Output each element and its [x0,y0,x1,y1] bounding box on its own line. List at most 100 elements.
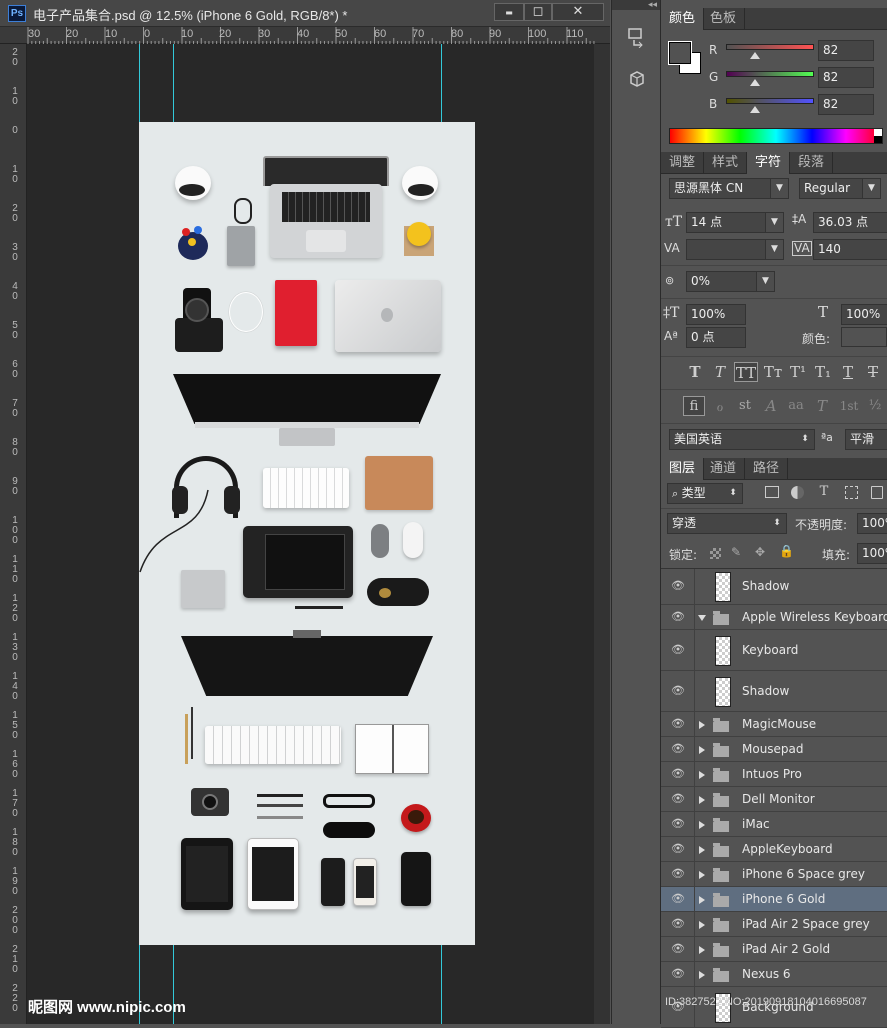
chevron-right-icon[interactable] [699,920,705,929]
channel-r-value[interactable]: 82 [818,40,874,61]
visibility-toggle[interactable]: 👁 [661,937,695,961]
visibility-toggle[interactable]: 👁 [661,737,695,761]
layer-row[interactable]: 👁 iPad Air 2 Space grey [661,912,887,937]
channel-g-slider[interactable] [726,71,814,77]
document-titlebar[interactable]: Ps 电子产品集合.psd @ 12.5% (iPhone 6 Gold, RG… [0,0,610,27]
ruler-vertical[interactable]: 2 0 1 0 0 1 0 2 0 3 0 4 0 5 0 6 0 7 0 8 0 9 0 1 0 0 1… [0,44,27,1024]
layer-filter-select[interactable]: ⌕ 类型 ⬍ [667,483,743,504]
layer-row[interactable]: 👁 Intuos Pro [661,762,887,787]
chevron-right-icon[interactable] [699,795,705,804]
tab-channels[interactable]: 通道 [702,458,746,480]
kerning-field[interactable]: ▼ [686,239,784,260]
layer-row[interactable]: 👁 iMac [661,812,887,837]
vertical-scale-field[interactable]: 100% [686,304,746,325]
horizontal-scale-field[interactable]: 100% [841,304,887,325]
antialias-select[interactable]: 平滑 [845,429,887,450]
discretionary-ligatures-button[interactable]: st [735,396,755,416]
chevron-right-icon[interactable] [699,820,705,829]
channel-b-slider[interactable] [726,98,814,104]
visibility-toggle[interactable]: 👁 [661,837,695,861]
leading-field[interactable]: 36.03 点 [813,212,887,233]
chevron-right-icon[interactable] [699,845,705,854]
tab-paths[interactable]: 路径 [745,458,789,480]
faux-italic-button[interactable]: T [710,362,730,382]
layer-row[interactable]: 👁 Keyboard [661,630,887,671]
layer-row[interactable]: 👁 Apple Wireless Keyboard [661,605,887,630]
text-color-swatch[interactable] [841,327,887,347]
chevron-right-icon[interactable] [699,745,705,754]
visibility-toggle[interactable]: 👁 [661,812,695,836]
all-caps-button[interactable]: TT [734,362,758,382]
tab-adjustments[interactable]: 调整 [661,152,705,174]
fractions-button[interactable]: ½ [865,396,885,416]
layer-row[interactable]: 👁 Nexus 6 [661,962,887,987]
layer-row[interactable]: 👁 Shadow [661,671,887,712]
chevron-right-icon[interactable] [699,770,705,779]
ligatures-button[interactable]: fi [683,396,705,416]
color-spectrum-bar[interactable] [669,128,883,144]
chevron-right-icon[interactable] [699,870,705,879]
font-size-field[interactable]: 14 点 ▼ [686,212,784,233]
visibility-toggle[interactable]: 👁 [661,762,695,786]
collapse-icon[interactable]: ◂◂ [612,0,660,10]
tab-layers[interactable]: 图层 [661,458,705,480]
vertical-scrollbar[interactable] [594,44,610,1024]
slider-thumb[interactable] [750,106,760,113]
titling-alternates-button[interactable]: T [812,396,832,416]
slider-thumb[interactable] [750,79,760,86]
baseline-shift-field[interactable]: 0 点 [686,327,746,348]
filter-shape-icon[interactable] [845,486,858,499]
strikethrough-button[interactable]: T [863,362,883,382]
channel-b-value[interactable]: 82 [818,94,874,115]
blend-mode-select[interactable]: 穿透 ⬍ [667,513,787,534]
filter-smartobject-icon[interactable] [871,486,883,499]
chevron-right-icon[interactable] [699,895,705,904]
lock-paint-icon[interactable]: ✎ [731,545,741,559]
lock-transparency-icon[interactable] [710,548,721,559]
layer-row[interactable]: 👁 Mousepad [661,737,887,762]
filter-adjustment-icon[interactable] [791,486,804,499]
3d-cube-icon[interactable] [626,68,648,90]
maximize-button[interactable]: ◻ [524,3,552,21]
foreground-color-swatch[interactable] [668,41,692,65]
tab-paragraph[interactable]: 段落 [790,152,834,174]
minimize-button[interactable]: ▬ [494,3,524,21]
ordinals-button[interactable]: 1st [837,396,861,416]
swash-button[interactable]: A [761,396,781,416]
visibility-toggle[interactable]: 👁 [661,605,695,629]
faux-bold-button[interactable]: T [685,362,705,382]
slider-thumb[interactable] [750,52,760,59]
tracking-field[interactable]: 140 [813,239,887,260]
superscript-button[interactable]: T¹ [788,362,808,382]
chevron-right-icon[interactable] [699,720,705,729]
language-select[interactable]: 美国英语 ⬍ [669,429,815,450]
subscript-button[interactable]: T₁ [813,362,833,382]
font-style-select[interactable]: Regular ▼ [799,178,881,199]
stylistic-alternates-button[interactable]: aa [786,396,806,416]
chevron-right-icon[interactable] [699,945,705,954]
tab-styles[interactable]: 样式 [704,152,748,174]
tsume-field[interactable]: 0% ▼ [686,271,775,292]
small-caps-button[interactable]: Tт [762,362,784,382]
tab-color[interactable]: 颜色 [661,8,705,30]
layer-row[interactable]: 👁 iPhone 6 Space grey [661,862,887,887]
visibility-toggle[interactable]: 👁 [661,962,695,986]
lock-all-icon[interactable]: 🔒 [779,544,794,558]
visibility-toggle[interactable]: 👁 [661,912,695,936]
ruler-horizontal[interactable]: 30 20 10 0 10 20 30 40 50 60 70 80 90 10… [0,27,610,44]
layer-row[interactable]: 👁 Dell Monitor [661,787,887,812]
layer-row[interactable]: 👁 iPhone 6 Gold [661,887,887,912]
visibility-toggle[interactable]: 👁 [661,862,695,886]
history-icon[interactable] [626,26,648,49]
visibility-toggle[interactable]: 👁 [661,887,695,911]
visibility-toggle[interactable]: 👁 [661,712,695,736]
layer-row[interactable]: 👁 Shadow [661,569,887,605]
filter-pixel-icon[interactable] [765,486,779,498]
underline-button[interactable]: T [838,362,858,382]
channel-r-slider[interactable] [726,44,814,50]
visibility-toggle[interactable]: 👁 [661,787,695,811]
tab-swatches[interactable]: 色板 [702,8,746,30]
layer-row[interactable]: 👁 MagicMouse [661,712,887,737]
tab-character[interactable]: 字符 [747,152,791,174]
layer-row[interactable]: 👁 AppleKeyboard [661,837,887,862]
